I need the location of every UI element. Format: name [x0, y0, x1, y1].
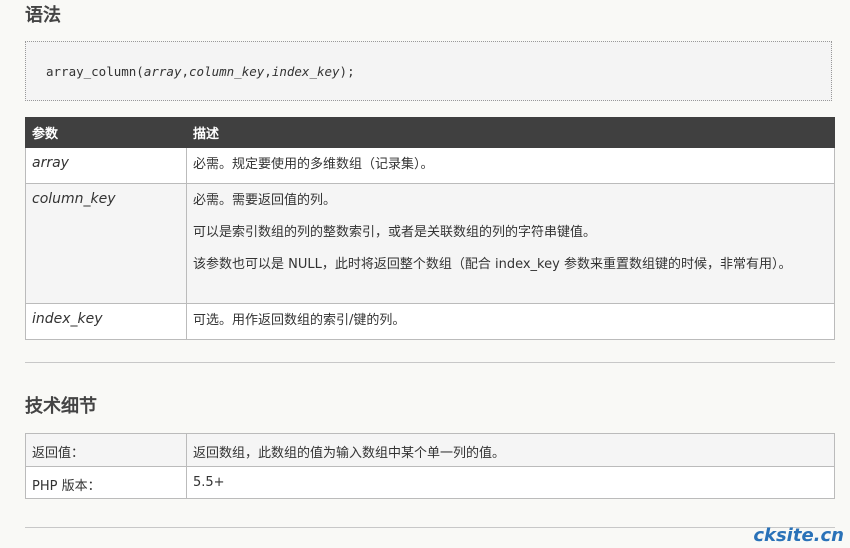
code-sep: ,: [264, 64, 272, 79]
param-description: 必需。需要返回值的列。 可以是索引数组的列的整数索引，或者是关联数组的列的字符串…: [186, 183, 835, 304]
param-name: column_key: [25, 183, 187, 304]
code-arg-column-key: column_key: [189, 64, 265, 79]
params-table: 参数 描述 array 必需。规定要使用的多维数组（记录集）。 column_k…: [25, 117, 835, 340]
tech-details-table: 返回值： 返回数组，此数组的值为输入数组中某个单一列的值。 PHP 版本： 5.…: [25, 433, 835, 499]
code-arg-array: array: [143, 64, 182, 79]
table-row: index_key 可选。用作返回数组的索引/键的列。: [25, 303, 835, 340]
code-end: );: [339, 64, 355, 79]
detail-label: PHP 版本：: [25, 466, 187, 499]
description-text: 必需。规定要使用的多维数组（记录集）。: [193, 157, 434, 172]
param-name: index_key: [25, 303, 187, 340]
table-row: array 必需。规定要使用的多维数组（记录集）。: [25, 147, 835, 184]
syntax-heading: 语法: [25, 5, 61, 26]
header-description: 描述: [186, 117, 835, 148]
description-text: 可以是索引数组的列的整数索引，或者是关联数组的列的字符串键值。: [193, 225, 597, 240]
detail-value: 5.5+: [186, 466, 835, 499]
site-watermark: cksite.cn: [753, 525, 844, 546]
code-function: array_column(: [46, 64, 144, 79]
description-text: 该参数也可以是 NULL，此时将返回整个数组（配合 index_key 参数来重…: [193, 257, 792, 272]
section-divider: [25, 527, 835, 528]
table-row: column_key 必需。需要返回值的列。 可以是索引数组的列的整数索引，或者…: [25, 183, 835, 304]
section-divider: [25, 362, 835, 363]
code-sep: ,: [181, 64, 190, 79]
table-row: PHP 版本： 5.5+: [25, 466, 835, 499]
param-name: array: [25, 147, 187, 184]
detail-value: 返回数组，此数组的值为输入数组中某个单一列的值。: [186, 433, 835, 467]
param-description: 可选。用作返回数组的索引/键的列。: [186, 303, 835, 340]
syntax-code-block: array_column(array,column_key,index_key)…: [25, 41, 832, 101]
code-arg-index-key: index_key: [271, 64, 340, 79]
detail-label: 返回值：: [25, 433, 187, 467]
header-param: 参数: [25, 117, 187, 148]
tech-heading: 技术细节: [25, 396, 97, 417]
table-header-row: 参数 描述: [25, 117, 835, 148]
table-row: 返回值： 返回数组，此数组的值为输入数组中某个单一列的值。: [25, 433, 835, 467]
description-text: 可选。用作返回数组的索引/键的列。: [193, 313, 406, 328]
param-description: 必需。规定要使用的多维数组（记录集）。: [186, 147, 835, 184]
description-text: 必需。需要返回值的列。: [193, 193, 337, 208]
